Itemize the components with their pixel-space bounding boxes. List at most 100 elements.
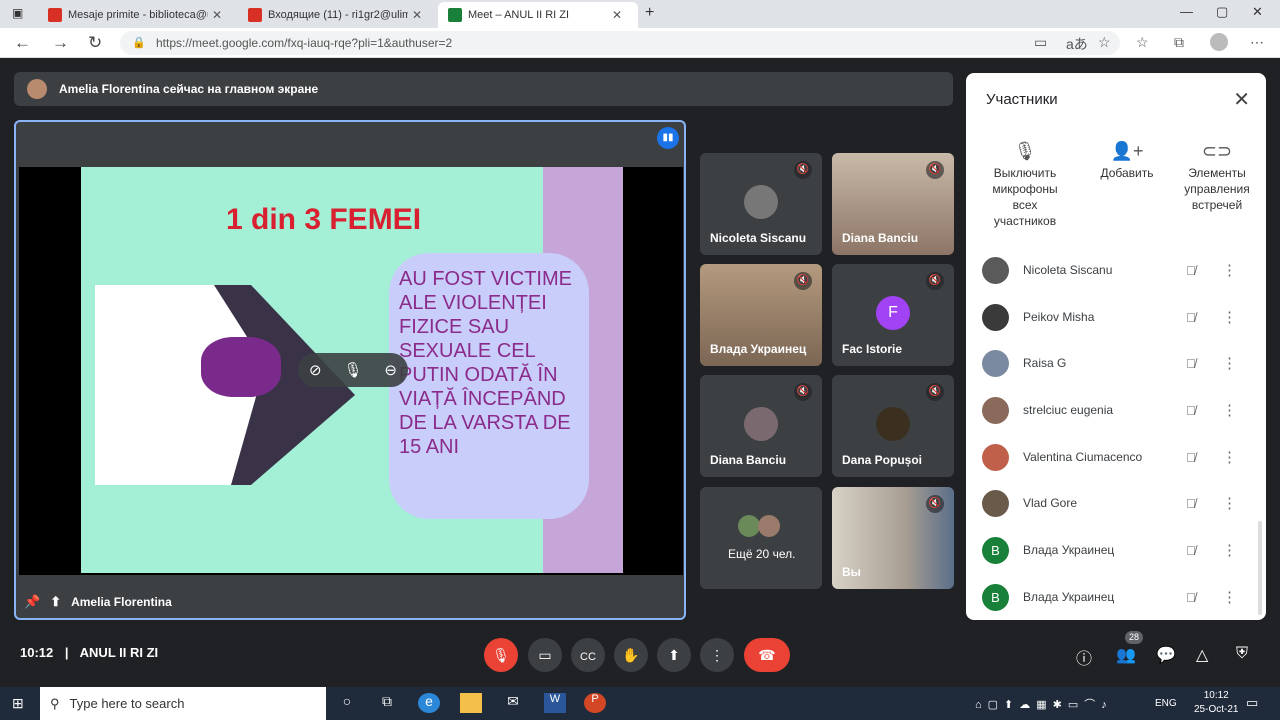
more-participants-label: Ещё 20 чел. <box>728 547 796 561</box>
close-tab-icon[interactable]: ✕ <box>612 8 622 22</box>
profile-avatar[interactable] <box>1210 33 1228 51</box>
shield-icon[interactable]: ⛨ <box>1236 645 1248 663</box>
more-vert-icon[interactable]: ⋮ <box>1222 261 1237 279</box>
pin-icon[interactable]: 📌 <box>24 594 40 610</box>
camera-toggle-button[interactable]: ▭ <box>528 638 562 672</box>
participant-row[interactable]: Valentina Ciumacenco 🎙̸ ⋮ <box>982 437 1252 477</box>
activities-icon[interactable]: △ <box>1196 645 1208 665</box>
people-icon[interactable]: 👥 <box>1116 645 1136 665</box>
people-count-badge: 28 <box>1125 631 1143 644</box>
reload-icon[interactable]: ↻ <box>88 33 102 53</box>
mic-toggle-button[interactable]: 🎙 <box>484 638 518 672</box>
more-icon[interactable]: ⋯ <box>1250 34 1264 51</box>
participant-row[interactable]: Raisa G 🎙̸ ⋮ <box>982 343 1252 383</box>
leave-call-button[interactable]: ☎ <box>744 638 790 672</box>
participant-row[interactable]: В Влада Украинец 🎙̸ ⋮ <box>982 530 1252 570</box>
word-icon[interactable]: W <box>544 693 566 713</box>
remove-icon[interactable]: ⊖ <box>384 361 397 379</box>
participant-name: Влада Украинец <box>1023 590 1115 604</box>
more-options-button[interactable]: ⋮ <box>700 638 734 672</box>
mute-all-button[interactable]: 🎙 Выключить микрофоны всех участников <box>980 141 1070 229</box>
pin-off-icon[interactable]: ⊘ <box>309 361 322 379</box>
action-label: Добавить <box>1100 166 1154 180</box>
participant-tile[interactable]: 🔇 Влада Украинец <box>700 264 822 366</box>
tray-icons: ⌂▢⬆☁▦✱▭⌒♪ <box>975 699 1113 711</box>
mic-off-icon: 🔇 <box>926 161 944 179</box>
more-vert-icon[interactable]: ⋮ <box>1222 494 1237 512</box>
read-aloud-icon[interactable]: aあ <box>1066 34 1088 54</box>
taskbar-search[interactable]: ⚲ Type here to search <box>40 687 326 720</box>
participant-name: strelciuc eugenia <box>1023 403 1114 417</box>
task-view-icon[interactable]: ⧉ <box>376 693 398 713</box>
participant-name: Nicoleta Siscanu <box>710 231 807 245</box>
close-icon[interactable]: ✕ <box>1233 87 1250 112</box>
captions-button[interactable]: CC <box>571 638 605 672</box>
edge-icon[interactable]: e <box>418 693 440 713</box>
cortana-icon[interactable]: ○ <box>336 693 358 713</box>
more-vert-icon[interactable]: ⋮ <box>1222 308 1237 326</box>
participant-row[interactable]: Vlad Gore 🎙̸ ⋮ <box>982 483 1252 523</box>
tab-gmail-1[interactable]: Mesaje primite - biblioteca@ulim ✕ <box>38 2 238 28</box>
close-tab-icon[interactable]: ✕ <box>212 8 222 22</box>
more-vert-icon[interactable]: ⋮ <box>1222 588 1237 606</box>
more-vert-icon[interactable]: ⋮ <box>1222 354 1237 372</box>
avatar <box>982 349 1009 377</box>
forward-icon[interactable]: → <box>52 33 69 53</box>
file-explorer-icon[interactable] <box>460 693 482 713</box>
plus-icon[interactable]: + <box>645 4 654 22</box>
camera-icon[interactable]: ▭ <box>1034 34 1047 51</box>
participant-tile[interactable]: F 🔇 Fac Istorie <box>832 264 954 366</box>
present-button[interactable]: ⬆ <box>657 638 691 672</box>
main-presentation-tile[interactable]: ▮▮ 1 din 3 FEMEI AU FOST VICTIME ALE VIO… <box>14 120 686 620</box>
more-vert-icon: ⋮ <box>710 647 724 663</box>
participant-row[interactable]: strelciuc eugenia 🎙̸ ⋮ <box>982 390 1252 430</box>
tab-gmail-2[interactable]: Входящие (11) - ri1gr2@ulim.m ✕ <box>238 2 438 28</box>
tab-actions-icon[interactable]: ▣ <box>12 6 23 20</box>
close-tab-icon[interactable]: ✕ <box>412 8 422 22</box>
mic-off-icon: 🎙̸ <box>1186 449 1196 465</box>
participant-row[interactable]: Peikov Misha 🎙̸ ⋮ <box>982 297 1252 337</box>
minimize-icon[interactable]: — <box>1180 4 1193 19</box>
mail-icon[interactable]: ✉ <box>502 693 524 713</box>
avatar <box>744 407 778 441</box>
tab-meet[interactable]: Meet – ANUL II RI ZI ✕ <box>438 2 638 28</box>
self-tile[interactable]: 🔇 Вы <box>832 487 954 589</box>
participant-tile[interactable]: 🔇 Diana Banciu <box>832 153 954 255</box>
participant-row[interactable]: Nicoleta Siscanu 🎙̸ ⋮ <box>982 250 1252 290</box>
back-icon[interactable]: ← <box>14 33 31 53</box>
tab-title: Meet – ANUL II RI ZI <box>468 9 570 21</box>
participant-tile[interactable]: 🔇 Nicoleta Siscanu <box>700 153 822 255</box>
raise-hand-button[interactable]: ✋ <box>614 638 648 672</box>
language-indicator[interactable]: ENG <box>1155 698 1177 709</box>
powerpoint-icon[interactable]: P <box>584 693 606 713</box>
mic-off-icon: 🎙 <box>1013 141 1037 161</box>
participant-tile[interactable]: 🔇 Dana Popușoi <box>832 375 954 477</box>
close-window-icon[interactable]: ✕ <box>1252 4 1263 20</box>
scrollbar[interactable] <box>1258 521 1262 615</box>
more-vert-icon[interactable]: ⋮ <box>1222 401 1237 419</box>
url-field[interactable]: 🔒 https://meet.google.com/fxq-iauq-rqe?p… <box>120 31 1120 55</box>
chat-icon[interactable]: 💬 <box>1156 645 1176 665</box>
notification-icon[interactable]: ▭ <box>1246 695 1258 711</box>
presentation-banner: Amelia Florentina сейчас на главном экра… <box>14 72 953 106</box>
mic-icon[interactable]: 🎙 <box>343 361 362 379</box>
more-participants-tile[interactable]: Ещё 20 чел. <box>700 487 822 589</box>
participant-row[interactable]: В Влада Украинец 🎙̸ ⋮ <box>982 577 1252 617</box>
captions-icon: CC <box>580 651 596 663</box>
host-controls-button[interactable]: ⊂⊃ Элементы управления встречей <box>1172 142 1262 213</box>
mic-off-icon: 🎙̸ <box>1186 402 1196 418</box>
participant-tile[interactable]: 🔇 Diana Banciu <box>700 375 822 477</box>
participant-name: Diana Banciu <box>842 231 919 245</box>
windows-start-icon[interactable]: ⊞ <box>12 695 24 712</box>
presenter-name: Amelia Florentina <box>71 595 172 609</box>
more-vert-icon[interactable]: ⋮ <box>1222 541 1237 559</box>
info-icon[interactable]: ⓘ <box>1076 645 1092 669</box>
banner-text: Amelia Florentina сейчас на главном экра… <box>59 82 319 96</box>
more-vert-icon[interactable]: ⋮ <box>1222 448 1237 466</box>
collections-icon[interactable]: ⧉ <box>1174 34 1184 51</box>
maximize-icon[interactable]: ▢ <box>1216 4 1228 20</box>
favorite-icon[interactable]: ☆ <box>1098 34 1111 51</box>
taskbar-clock[interactable]: 10:12 25-Oct-21 <box>1194 689 1238 717</box>
add-people-button[interactable]: 👤+ Добавить <box>1082 142 1172 181</box>
favorites-bar-icon[interactable]: ☆ <box>1136 34 1149 51</box>
